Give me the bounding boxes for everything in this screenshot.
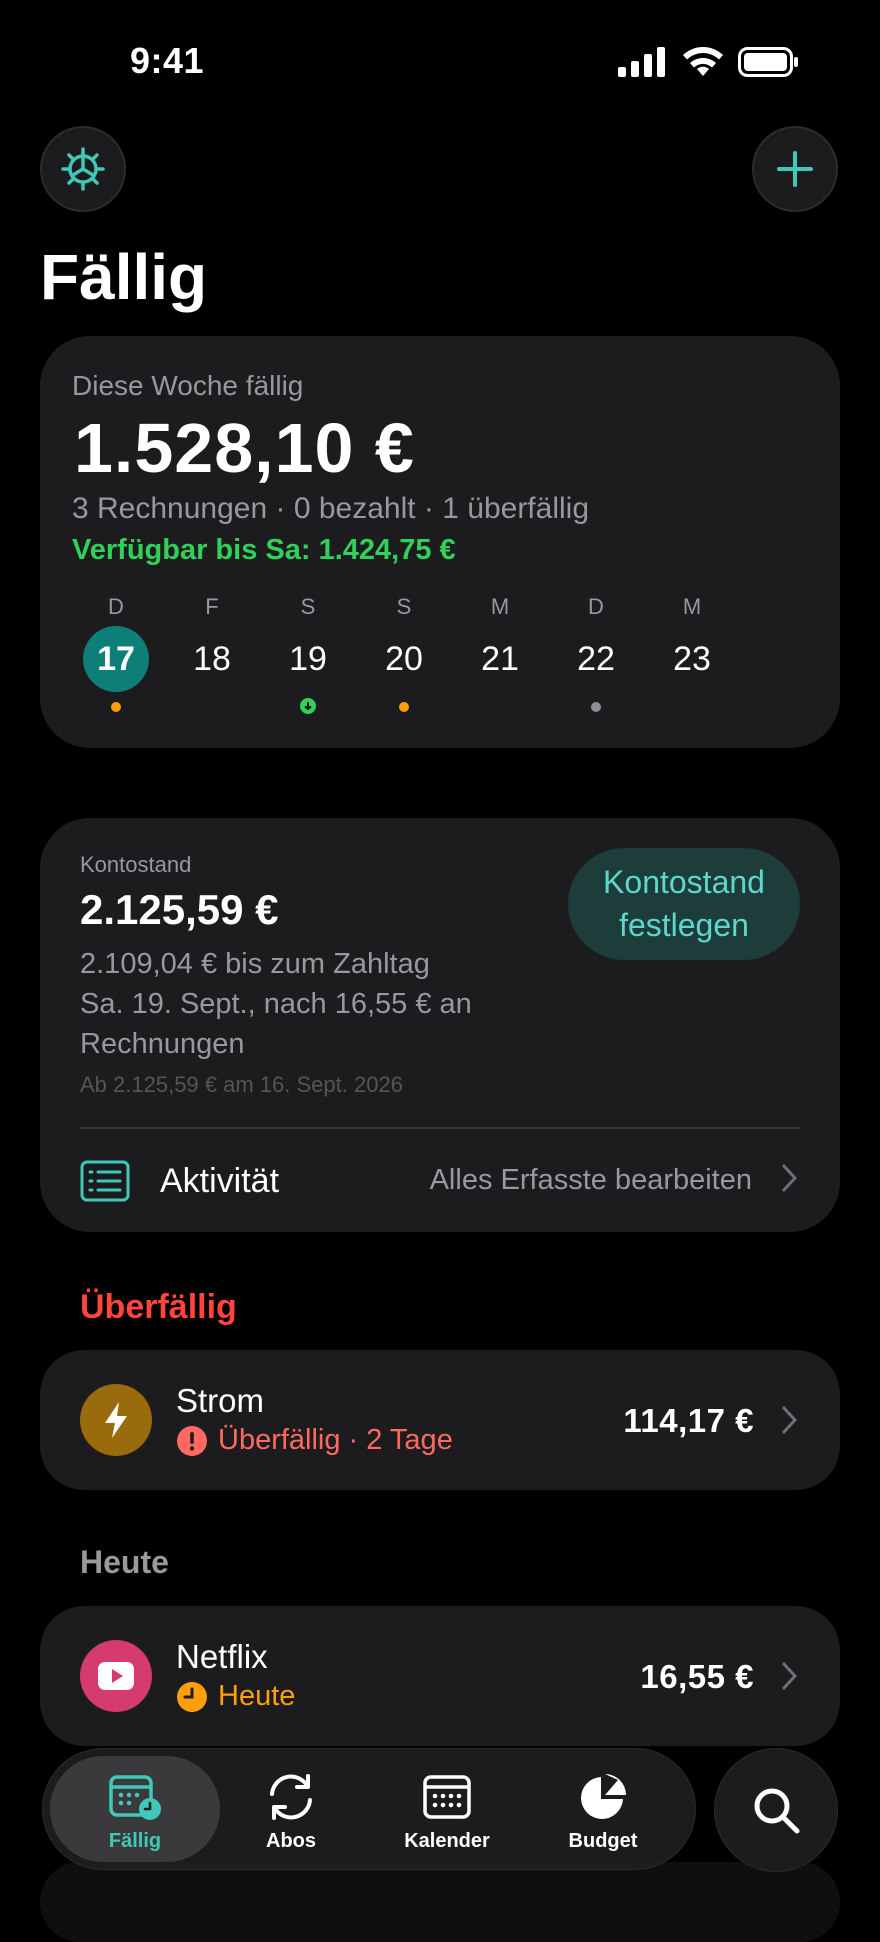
tab-label: Kalender <box>404 1830 490 1852</box>
section-today-title: Heute <box>80 1544 169 1580</box>
day-0[interactable]: D 17 <box>68 594 164 714</box>
day-5[interactable]: D 22 <box>548 594 644 714</box>
day-letter: D <box>588 594 604 619</box>
day-letter: S <box>300 594 316 619</box>
day-letter: F <box>205 594 219 619</box>
clock-icon <box>177 1681 207 1712</box>
play-icon <box>80 1640 152 1712</box>
day-dot <box>111 702 121 712</box>
status-icons <box>618 46 800 78</box>
day-number-selected: 17 <box>83 626 149 692</box>
bill-amount: 16,55 € <box>640 1658 754 1695</box>
day-dot <box>591 702 601 712</box>
tab-label: Fällig <box>108 1830 162 1852</box>
tab-faellig[interactable]: Fällig <box>60 1770 210 1853</box>
day-number: 23 <box>673 640 711 678</box>
bill-status-text: Überfällig · 2 Tage <box>218 1424 453 1456</box>
chevron-right-icon <box>780 1660 798 1697</box>
day-2[interactable]: S 19 <box>260 594 356 714</box>
balance-line-1: 2.109,04 € bis zum Zahltag <box>80 948 430 980</box>
day-letter: D <box>108 594 124 619</box>
bill-status-text: Heute <box>218 1680 296 1712</box>
set-balance-label-2: festlegen <box>619 907 749 943</box>
week-label: Diese Woche fällig <box>72 370 304 401</box>
day-3[interactable]: S 20 <box>356 594 452 714</box>
tab-items: Fällig Abos Kalender Budget <box>60 1770 678 1853</box>
day-dot <box>399 702 409 712</box>
balance-note: Ab 2.125,59 € am 16. Sept. 2026 <box>80 1072 403 1097</box>
search-button[interactable] <box>714 1748 838 1872</box>
tab-budget[interactable]: Budget <box>528 1770 678 1853</box>
paid-check-icon <box>300 698 316 714</box>
day-6[interactable]: M 23 <box>644 594 740 714</box>
page-title: Fällig <box>40 241 208 313</box>
plus-icon <box>777 151 813 187</box>
bill-name: Netflix <box>176 1638 268 1675</box>
bill-status: Überfällig · 2 Tage <box>176 1424 453 1457</box>
day-letter: S <box>396 594 412 619</box>
set-balance-label-1: Kontostand <box>603 864 765 900</box>
edit-all-link[interactable]: Alles Erfasste bearbeiten <box>430 1164 752 1197</box>
bolt-icon <box>80 1384 152 1456</box>
day-number: 19 <box>289 640 327 678</box>
week-available: Verfügbar bis Sa: 1.424,75 € <box>72 534 456 566</box>
balance-amount: 2.125,59 € <box>80 886 279 933</box>
pie-chart-icon <box>528 1770 678 1824</box>
day-number: 22 <box>577 640 615 678</box>
day-1[interactable]: F 18 <box>164 594 260 714</box>
wifi-icon <box>683 47 723 76</box>
tab-abos[interactable]: Abos <box>216 1770 366 1853</box>
add-bill-button[interactable] <box>752 126 838 212</box>
activity-list-icon <box>80 1160 130 1207</box>
bill-name: Strom <box>176 1382 265 1419</box>
activity-label: Aktivität <box>160 1162 280 1200</box>
balance-line-3: Rechnungen <box>80 1028 245 1060</box>
gear-icon <box>61 147 105 191</box>
tab-kalender[interactable]: Kalender <box>372 1770 522 1853</box>
tab-label: Budget <box>568 1830 638 1852</box>
section-overdue-title: Überfällig <box>80 1288 237 1326</box>
refresh-icon <box>216 1770 366 1824</box>
day-letter: M <box>682 594 702 619</box>
balance-line-2: Sa. 19. Sept., nach 16,55 € an <box>80 988 472 1020</box>
set-balance-button[interactable]: Kontostand festlegen <box>568 848 800 960</box>
week-amount: 1.528,10 € <box>74 409 415 487</box>
warning-icon <box>177 1425 207 1456</box>
tab-label: Abos <box>266 1830 316 1852</box>
bill-amount: 114,17 € <box>623 1402 754 1439</box>
status-time: 9:41 <box>130 40 205 81</box>
calendar-due-icon <box>60 1770 210 1824</box>
bill-row-next-partial <box>40 1862 840 1942</box>
battery-icon <box>738 47 798 77</box>
search-icon <box>754 1788 800 1834</box>
chevron-right-icon[interactable] <box>780 1162 798 1202</box>
settings-button[interactable] <box>40 126 126 212</box>
day-number: 20 <box>385 640 423 678</box>
week-subtitle: 3 Rechnungen · 0 bezahlt · 1 überfällig <box>72 492 590 525</box>
week-day-strip: D 17 F 18 S 19 S 20 M 21 D 22 M 23 <box>68 594 740 714</box>
chevron-right-icon <box>780 1404 798 1441</box>
cellular-signal-icon <box>618 47 665 77</box>
day-number: 21 <box>481 640 519 678</box>
calendar-icon <box>372 1770 522 1824</box>
day-4[interactable]: M 21 <box>452 594 548 714</box>
day-number: 18 <box>193 640 231 678</box>
balance-label: Kontostand <box>80 852 192 877</box>
day-letter: M <box>490 594 510 619</box>
bill-status: Heute <box>176 1680 295 1713</box>
balance-divider <box>80 1127 800 1129</box>
